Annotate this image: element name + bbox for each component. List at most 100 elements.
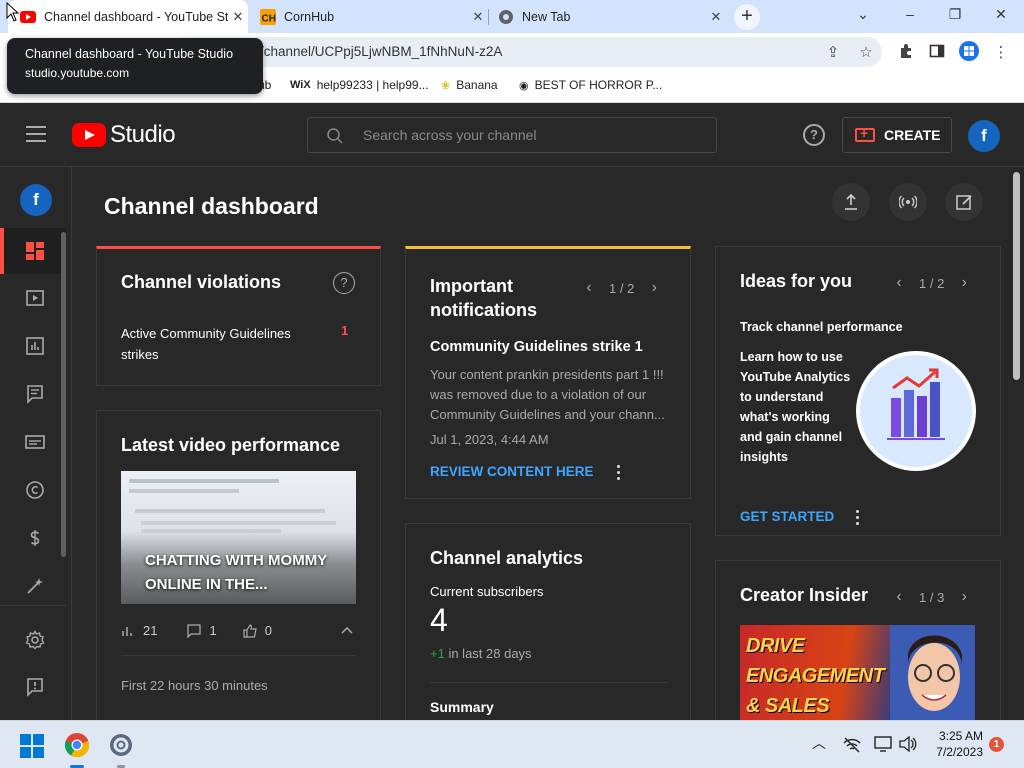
extensions-icon[interactable] (895, 43, 917, 63)
close-tab-icon[interactable]: ✕ (468, 9, 488, 25)
tray-chevron-up-icon[interactable]: ︿ (812, 733, 826, 753)
close-tab-icon[interactable]: ✕ (228, 9, 248, 25)
notification-date: Jul 1, 2023, 4:44 AM (430, 432, 549, 447)
thumb-line-1: DRIVE (746, 635, 805, 657)
chrome-taskbar-icon[interactable] (64, 732, 90, 758)
close-tab-icon[interactable]: ✕ (706, 9, 726, 25)
studio-logo[interactable]: Studio (72, 121, 176, 149)
clock-date: 7/2/2023 (936, 745, 983, 759)
subscribers-label: Current subscribers (430, 584, 544, 599)
thumb-line (129, 479, 279, 483)
new-tab-button[interactable]: + (734, 4, 760, 30)
upload-video-button[interactable] (832, 183, 870, 221)
tab-search-chevron-icon[interactable]: ⌄ (848, 6, 878, 23)
create-post-button[interactable] (945, 183, 983, 221)
get-started-link[interactable]: GET STARTED (740, 509, 834, 524)
volume-icon[interactable] (899, 736, 917, 752)
bookmark-star-icon[interactable]: ☆ (855, 43, 877, 61)
views-bars-icon (122, 626, 132, 636)
summary-heading: Summary (430, 699, 494, 715)
more-options-icon[interactable] (617, 465, 621, 481)
subscribers-delta: +1 (430, 646, 445, 661)
sidebar-item-earn[interactable] (0, 515, 66, 561)
chrome-favicon-icon (498, 9, 514, 25)
share-icon[interactable]: ⇪ (822, 43, 844, 61)
review-content-link[interactable]: REVIEW CONTENT HERE (430, 464, 594, 479)
thumb-line-3: & SALES (746, 695, 830, 717)
creator-insider-pager: ‹ 1 / 3 › (889, 588, 974, 606)
analytics-icon (26, 337, 44, 355)
tray-clock[interactable]: 3:25 AM 7/2/2023 (925, 728, 983, 760)
divider (121, 655, 356, 656)
chevron-right-icon[interactable]: › (954, 588, 974, 606)
tab-separator (488, 9, 489, 25)
windows-start-icon[interactable] (20, 734, 44, 758)
edit-post-icon (956, 195, 972, 210)
card-title: Creator Insider (740, 585, 869, 605)
sidebar-item-settings[interactable] (0, 617, 66, 663)
more-options-icon[interactable] (856, 510, 860, 526)
side-panel-icon[interactable] (926, 43, 948, 63)
wix-icon: WiX (290, 79, 311, 91)
minimize-icon[interactable]: – (895, 6, 925, 22)
network-disconnected-icon[interactable] (843, 737, 861, 753)
tab-youtube-studio[interactable]: Channel dashboard - YouTube Studio ✕ (8, 0, 248, 33)
channel-avatar[interactable]: f (20, 184, 52, 216)
search-icon (327, 128, 343, 144)
sidebar-item-comments[interactable] (0, 371, 66, 417)
svg-text:CH: CH (262, 13, 276, 24)
search-input[interactable] (363, 124, 703, 146)
account-avatar[interactable]: f (968, 120, 1000, 152)
chevron-right-icon[interactable]: › (644, 279, 664, 297)
chevron-left-icon[interactable]: ‹ (889, 274, 909, 292)
go-live-button[interactable] (889, 183, 927, 221)
help-icon[interactable]: ? (803, 124, 825, 146)
notification-badge[interactable]: 1 (989, 737, 1004, 752)
hamburger-menu-icon[interactable] (26, 126, 46, 142)
sidebar-item-content[interactable] (0, 275, 66, 321)
settings-taskbar-icon[interactable] (108, 732, 134, 758)
sidebar-item-feedback[interactable] (0, 664, 66, 710)
subscribers-delta-row: +1 in last 28 days (430, 646, 532, 661)
channel-violations-card: Channel violations ? Active Community Gu… (96, 246, 381, 386)
sidebar-item-subtitles[interactable] (0, 419, 66, 465)
channel-analytics-card: Channel analytics Current subscribers 4 … (405, 523, 691, 720)
chevron-up-icon[interactable] (341, 626, 353, 634)
creator-insider-card: Creator Insider ‹ 1 / 3 › DRIVE ENGAGEME… (715, 560, 1001, 720)
sidebar-item-analytics[interactable] (0, 323, 66, 369)
bookmark-item[interactable]: WiX help99233 | help99... (290, 70, 429, 100)
tab-cornhub[interactable]: CH CornHub ✕ (258, 0, 488, 33)
violations-help-icon[interactable]: ? (333, 272, 355, 294)
live-broadcast-icon (899, 195, 917, 209)
logo-text: Studio (110, 121, 176, 148)
maximize-icon[interactable]: ❐ (940, 6, 970, 23)
bookmark-item[interactable]: ◉ BEST OF HORROR P... (519, 70, 662, 100)
video-thumbnail[interactable]: CHATTING WITH MOMMY ONLINE IN THE... (121, 471, 356, 604)
chevron-right-icon[interactable]: › (954, 274, 974, 292)
creator-insider-thumbnail[interactable]: DRIVE ENGAGEMENT & SALES (740, 625, 975, 720)
tab-title: Channel dashboard - YouTube Studio (44, 9, 228, 24)
chrome-menu-icon[interactable]: ⋮ (990, 43, 1012, 61)
ideas-card: Ideas for you ‹ 1 / 2 › Track channel pe… (715, 246, 1001, 536)
bookmark-item[interactable]: ❀ Banana (441, 70, 498, 100)
channel-search-box[interactable] (307, 117, 717, 153)
sidebar-item-copyright[interactable] (0, 467, 66, 513)
chevron-left-icon[interactable]: ‹ (889, 588, 909, 606)
display-icon[interactable] (874, 736, 892, 752)
close-window-icon[interactable]: ✕ (986, 6, 1016, 23)
sidebar-item-customization[interactable] (0, 563, 66, 609)
comments-count: 1 (209, 623, 217, 638)
chevron-left-icon[interactable]: ‹ (579, 279, 599, 297)
notification-title: Community Guidelines strike 1 (430, 339, 643, 355)
pager-text: 1 / 2 (919, 275, 945, 291)
address-bar[interactable]: /channel/UCPpj5LjwNBM_1fNhNuN-z2A (170, 37, 882, 67)
sidebar-item-dashboard[interactable] (0, 228, 66, 274)
tab-new-tab[interactable]: New Tab ✕ (498, 0, 726, 33)
page-scrollbar[interactable] (1013, 172, 1020, 380)
dashboard-icon (26, 242, 44, 260)
profile-icon[interactable] (958, 41, 980, 66)
create-button[interactable]: CREATE (842, 117, 952, 153)
sidebar-scrollbar[interactable] (61, 232, 66, 557)
windows-taskbar: ︿ 3:25 AM 7/2/2023 1 (0, 720, 1024, 768)
card-title: Latest video performance (121, 435, 341, 455)
